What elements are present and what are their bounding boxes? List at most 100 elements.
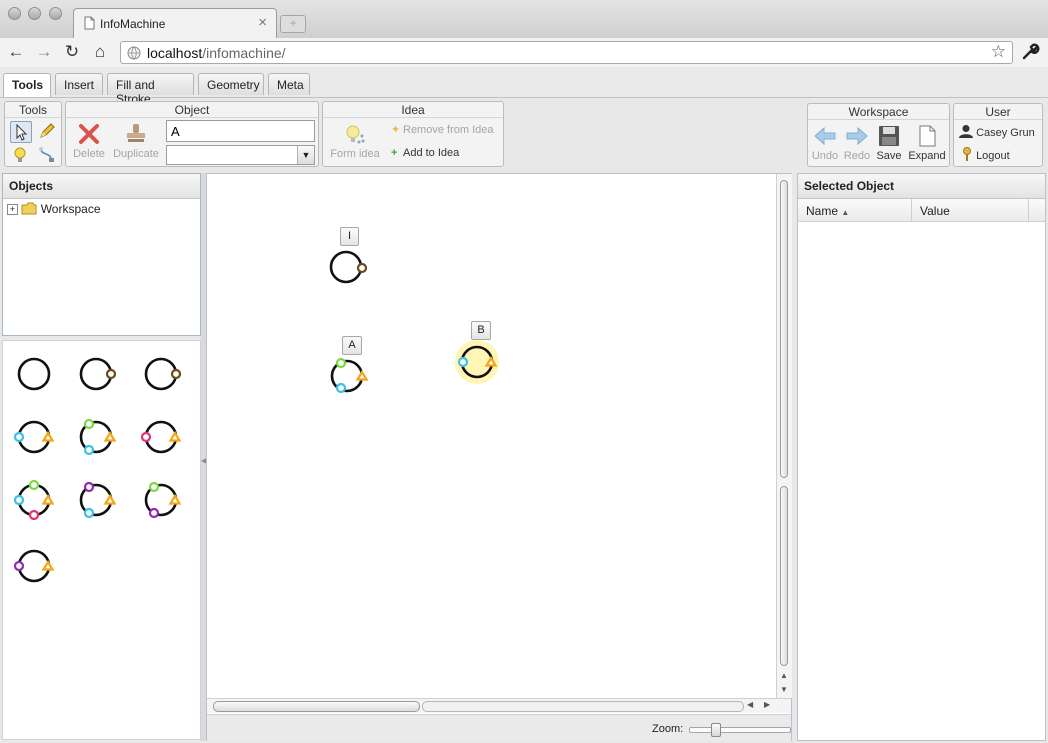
tab-fill-and-stroke[interactable]: Fill and Stroke [107,73,194,106]
palette-node-cyan-orange[interactable] [14,417,54,457]
add-to-idea-button[interactable]: + Add to Idea [391,147,459,159]
tab-meta[interactable]: Meta [268,73,310,95]
blank-page-icon [919,125,936,147]
tree-item-label: Workspace [40,202,101,216]
zoom-slider-thumb[interactable] [711,723,721,737]
wrench-icon[interactable] [1020,42,1040,62]
scroll-up-arrow-icon[interactable]: ▲ [780,671,788,680]
object-type-select[interactable]: ▼ [166,145,315,165]
logout-button[interactable]: Logout [961,147,1010,162]
tab-insert[interactable]: Insert [55,73,103,95]
tab-tools[interactable]: Tools [3,73,51,97]
duplicate-label: Duplicate [113,148,159,160]
palette-node-purple-cyan-orange[interactable] [76,480,116,520]
vertical-scroll-thumb[interactable] [780,180,788,478]
column-header-name[interactable]: Name ▲ [798,199,912,221]
canvas-node-i[interactable] [324,247,374,287]
scroll-right-arrow-icon[interactable]: ▶ [764,700,770,709]
canvas-horizontal-scrollbar[interactable]: ◀ ▶ [207,698,791,713]
stamp-icon [127,124,145,142]
redo-arrow-icon [846,126,868,146]
url-host: localhost [147,45,203,61]
delete-button[interactable]: Delete [69,122,109,160]
workspace-group: Workspace Undo Redo Save Expand [807,103,950,167]
selected-object-title: Selected Object [798,174,1045,199]
form-idea-button[interactable]: Form idea [327,122,383,160]
horizontal-scroll-track[interactable] [422,701,744,712]
node-label-a[interactable]: A [342,336,362,355]
idea-group: Idea Form idea ✦ Remove from Idea + Add to… [322,101,504,167]
canvas-node-a[interactable] [325,354,375,400]
zoom-slider[interactable] [689,723,791,737]
redo-button[interactable]: Redo [842,124,872,162]
undo-arrow-icon [814,126,836,146]
sort-ascending-icon: ▲ [841,208,850,217]
reload-icon[interactable]: ↻ [62,42,82,62]
palette-node-green-cyan-orange[interactable] [76,417,116,457]
palette-node-green-cyan-pink-orange[interactable] [14,480,54,520]
undo-button[interactable]: Undo [810,124,840,162]
user-group: User Casey Grun Logout [953,103,1043,167]
chevron-down-icon: ▼ [297,146,314,164]
tab-title: InfoMachine [100,17,166,31]
delete-x-icon [79,124,99,144]
idea-bulb-icon[interactable] [10,145,30,165]
floppy-disk-icon [879,126,899,146]
scroll-left-arrow-icon[interactable]: ◀ [747,700,753,709]
save-button[interactable]: Save [874,124,904,162]
tab-geometry[interactable]: Geometry [198,73,264,95]
column-header-value[interactable]: Value [912,199,1029,221]
idea-group-title: Idea [323,103,503,118]
object-group-title: Object [66,103,318,118]
property-grid-header: Name ▲ Value [798,199,1045,222]
page-icon [84,16,95,30]
duplicate-button[interactable]: Duplicate [111,122,161,160]
back-icon[interactable]: ← [6,42,26,62]
palette-node-brown-port[interactable] [76,354,116,394]
canvas-node-b[interactable] [451,338,507,388]
logout-label: Logout [976,150,1010,162]
expand-button[interactable]: Expand [906,124,948,162]
tree-expand-icon[interactable]: + [7,204,18,215]
palette-node-plain[interactable] [14,354,54,394]
user-silhouette-icon [959,125,973,138]
palette-node-purple-orange[interactable] [14,546,54,586]
new-tab-button[interactable]: + [280,15,306,33]
tab-close-icon[interactable]: × [258,14,267,31]
pointer-icon[interactable] [10,121,32,143]
workspace-canvas[interactable]: I A B ▲ ▼ ◀ ▶ Zoom: [206,173,792,741]
palette-node-green-purple-orange[interactable] [141,480,181,520]
objects-panel-title: Objects [3,174,200,199]
window-close-button[interactable] [8,7,21,20]
node-label-i[interactable]: I [340,227,359,246]
form-idea-label: Form idea [330,148,380,160]
user-account-button[interactable]: Casey Grun [959,124,1035,139]
window-minimize-button[interactable] [28,7,41,20]
globe-icon [127,46,141,60]
browser-tab[interactable]: InfoMachine × [73,8,277,38]
object-name-input[interactable] [166,120,315,142]
delete-label: Delete [73,148,105,160]
vertical-scroll-track-lower[interactable] [780,486,788,666]
redo-label: Redo [843,150,871,162]
forward-icon[interactable]: → [34,42,54,62]
pencil-icon[interactable] [37,121,57,141]
address-url: localhost/infomachine/ [147,45,286,61]
app-tab-bar: Tools Insert Fill and Stroke Geometry Me… [0,67,1048,106]
connector-icon[interactable] [37,145,57,165]
canvas-vertical-scrollbar[interactable]: ▲ ▼ [776,174,792,698]
window-zoom-button[interactable] [49,7,62,20]
zoom-label: Zoom: [652,723,684,735]
scroll-down-arrow-icon[interactable]: ▼ [780,685,788,694]
browser-titlebar: InfoMachine × + [0,0,1048,38]
remove-bulb-icon: ✦ [391,124,401,136]
palette-node-brown-port-2[interactable] [141,354,181,394]
palette-node-pink-orange[interactable] [141,417,181,457]
tree-item-workspace[interactable]: + Workspace [7,202,101,216]
address-bar[interactable]: localhost/infomachine/ ☆ [120,41,1013,64]
remove-from-idea-button[interactable]: ✦ Remove from Idea [391,123,493,136]
bookmark-star-icon[interactable]: ☆ [991,42,1006,62]
home-icon[interactable]: ⌂ [90,42,110,62]
zoom-bar: Zoom: [207,714,791,741]
horizontal-scroll-thumb[interactable] [213,701,420,712]
